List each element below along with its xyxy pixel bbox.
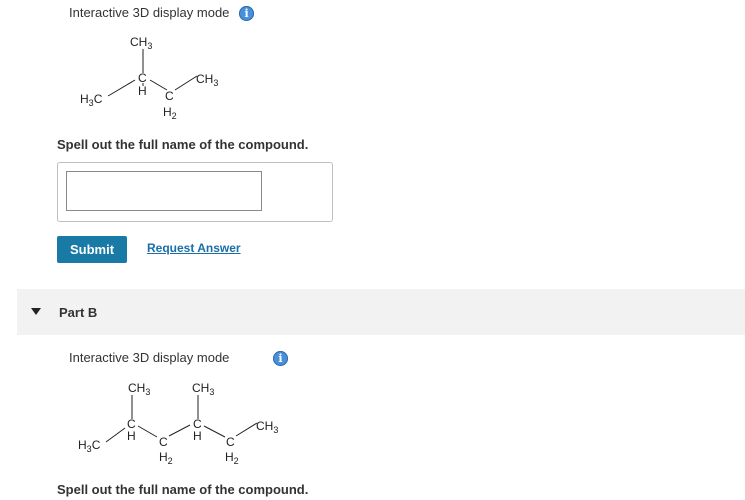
- bond-b-c3-c4: [203, 425, 226, 438]
- bond-b-left: [105, 427, 126, 443]
- part-a-structure: CH3 C H H3C C H2 CH3: [80, 35, 218, 121]
- part-a-answer-input[interactable]: [66, 171, 262, 211]
- part-a-prompt: Spell out the full name of the compound.: [57, 137, 309, 152]
- bond-a-ch2-right: [174, 75, 198, 91]
- bond-b-c4-right: [235, 422, 258, 437]
- part-a-answer-box: [57, 162, 333, 222]
- part-b-structure: CH3 CH3 H3C C H C H2 C H C H2 CH3: [78, 381, 278, 466]
- struct-b-h2-2: H2: [225, 450, 239, 466]
- struct-a-h-center: H: [138, 84, 147, 98]
- struct-a-c-center: C: [138, 71, 147, 85]
- bond-b-c1-c2: [137, 425, 158, 438]
- part-b-header[interactable]: [17, 289, 745, 335]
- struct-a-c-ch2: C: [165, 89, 174, 103]
- struct-b-ch3-right: CH3: [256, 419, 278, 435]
- part-b-title[interactable]: Part B: [59, 305, 97, 320]
- struct-b-h3: H: [193, 429, 202, 443]
- part-a-display-mode-label: Interactive 3D display mode: [69, 5, 230, 20]
- part-b-prompt: Spell out the full name of the compound.: [57, 482, 309, 497]
- request-answer-link[interactable]: Request Answer: [147, 241, 241, 255]
- part-b-display-mode-label: Interactive 3D display mode: [69, 350, 230, 365]
- info-icon[interactable]: i: [239, 6, 255, 22]
- struct-b-c2: C: [159, 435, 168, 449]
- struct-a-h2-ch2: H2: [163, 105, 177, 121]
- struct-b-ch3-top1: CH3: [128, 381, 150, 397]
- part-b-display-mode-row: Interactive 3D display mode: [69, 350, 229, 365]
- struct-b-ch3-top2: CH3: [192, 381, 214, 397]
- part-a-display-mode-row: Interactive 3D display mode i: [69, 5, 255, 22]
- collapse-triangle-icon[interactable]: [31, 308, 41, 315]
- struct-b-c4: C: [226, 435, 235, 449]
- struct-b-h1: H: [127, 429, 136, 443]
- struct-b-h3c: H3C: [78, 438, 101, 454]
- submit-button[interactable]: Submit: [57, 236, 127, 263]
- bond-a-left: [107, 79, 136, 97]
- struct-a-h3c: H3C: [80, 92, 103, 108]
- struct-b-h2-1: H2: [159, 450, 173, 466]
- info-icon[interactable]: i: [273, 351, 288, 366]
- struct-a-ch3-top: CH3: [130, 35, 152, 51]
- struct-a-ch3-right: CH3: [196, 72, 218, 88]
- bond-b-c2-c3: [168, 424, 191, 437]
